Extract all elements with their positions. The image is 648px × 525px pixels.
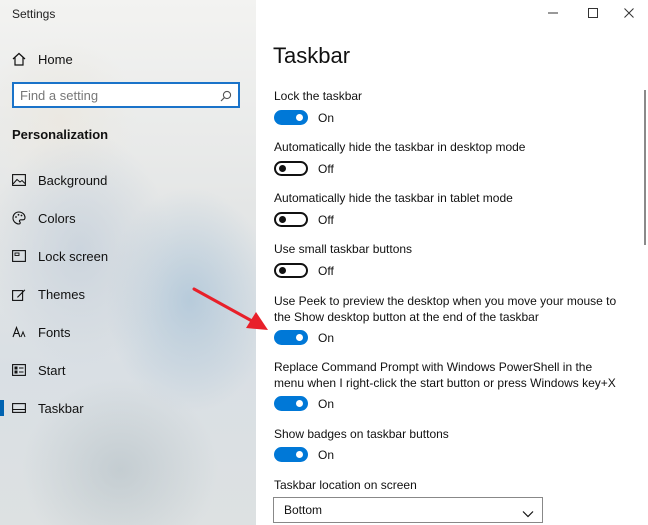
search-icon[interactable] <box>220 89 232 107</box>
setting-label: Automatically hide the taskbar in deskto… <box>274 140 526 154</box>
chevron-down-icon <box>522 505 534 523</box>
close-button[interactable] <box>612 0 646 28</box>
taskbar-location-label: Taskbar location on screen <box>274 478 417 492</box>
setting-label: Lock the taskbar <box>274 89 363 103</box>
maximize-icon <box>588 5 598 23</box>
minimize-icon <box>548 5 558 23</box>
annotation-arrow-icon <box>192 287 268 330</box>
page-title: Taskbar <box>273 43 351 68</box>
badges-toggle[interactable] <box>274 447 308 462</box>
powershell-toggle[interactable] <box>274 396 308 411</box>
maximize-button[interactable] <box>576 0 610 28</box>
toggle-row: Off <box>274 161 334 176</box>
main-panel: Taskbar Lock the taskbar On Automaticall… <box>256 0 648 525</box>
toggle-row: Off <box>274 212 334 227</box>
setting-autohide-desktop: Automatically hide the taskbar in deskto… <box>274 139 614 155</box>
setting-label: Use small taskbar buttons <box>274 242 413 256</box>
setting-label: Automatically hide the taskbar in tablet… <box>274 191 513 205</box>
sidebar-item-taskbar[interactable]: Taskbar <box>0 392 256 424</box>
sidebar-item-colors[interactable]: Colors <box>0 202 256 234</box>
dropdown-value: Bottom <box>284 503 323 517</box>
section-heading: Personalization <box>12 127 109 142</box>
search-input[interactable] <box>14 86 218 104</box>
close-icon <box>624 5 634 23</box>
lock-screen-icon <box>12 249 26 263</box>
image-icon <box>12 173 26 187</box>
window-title: Settings <box>12 7 56 21</box>
minimize-button[interactable] <box>536 0 570 28</box>
setting-autohide-tablet: Automatically hide the taskbar in tablet… <box>274 190 614 206</box>
toggle-row: Off <box>274 263 334 278</box>
toggle-knob <box>279 165 286 172</box>
home-icon <box>12 52 26 66</box>
home-label: Home <box>38 51 73 67</box>
peek-toggle[interactable] <box>274 330 308 345</box>
sidebar: Settings Home Personalization Background… <box>0 0 256 525</box>
toggle-knob <box>296 114 303 121</box>
search-box[interactable] <box>12 82 240 108</box>
setting-lock-taskbar: Lock the taskbar <box>274 88 614 104</box>
setting-label: Use Peek to preview the desktop when you… <box>274 294 617 324</box>
toggle-state: On <box>318 330 335 345</box>
setting-badges: Show badges on taskbar buttons <box>274 426 614 442</box>
toggle-state: On <box>318 110 335 125</box>
toggle-state: Off <box>318 161 334 176</box>
toggle-row: On <box>274 447 334 462</box>
brush-icon <box>12 287 26 301</box>
autohide-desktop-toggle[interactable] <box>274 161 308 176</box>
toggle-row: On <box>274 110 334 125</box>
toggle-knob <box>279 267 286 274</box>
toggle-row: On <box>274 396 334 411</box>
sidebar-item-label: Lock screen <box>38 248 109 264</box>
setting-peek: Use Peek to preview the desktop when you… <box>274 293 626 325</box>
autohide-tablet-toggle[interactable] <box>274 212 308 227</box>
palette-icon <box>12 211 26 225</box>
setting-powershell: Replace Command Prompt with Windows Powe… <box>274 359 619 391</box>
sidebar-item-label: Background <box>38 172 108 188</box>
font-icon <box>12 325 26 339</box>
setting-label: Replace Command Prompt with Windows Powe… <box>274 360 616 390</box>
toggle-state: On <box>318 396 335 411</box>
sidebar-item-lock-screen[interactable]: Lock screen <box>0 240 256 272</box>
start-icon <box>12 363 26 377</box>
toggle-state: On <box>318 447 335 462</box>
taskbar-icon <box>12 401 26 415</box>
setting-small-buttons: Use small taskbar buttons <box>274 241 614 257</box>
sidebar-item-label: Fonts <box>38 324 71 340</box>
toggle-knob <box>296 451 303 458</box>
sidebar-item-label: Taskbar <box>38 400 84 416</box>
setting-label: Show badges on taskbar buttons <box>274 427 449 441</box>
toggle-knob <box>296 400 303 407</box>
sidebar-item-background[interactable]: Background <box>0 164 256 196</box>
sidebar-item-label: Themes <box>38 286 85 302</box>
taskbar-location-dropdown[interactable]: Bottom <box>273 497 543 523</box>
toggle-state: Off <box>318 212 334 227</box>
scrollbar[interactable] <box>644 90 646 245</box>
sidebar-item-label: Colors <box>38 210 76 226</box>
sidebar-item-start[interactable]: Start <box>0 354 256 386</box>
toggle-row: On <box>274 330 334 345</box>
sidebar-item-label: Start <box>38 362 66 378</box>
home-nav-item[interactable]: Home <box>0 43 256 75</box>
active-indicator <box>0 400 4 416</box>
small-buttons-toggle[interactable] <box>274 263 308 278</box>
toggle-knob <box>296 334 303 341</box>
toggle-state: Off <box>318 263 334 278</box>
toggle-knob <box>279 216 286 223</box>
lock-taskbar-toggle[interactable] <box>274 110 308 125</box>
